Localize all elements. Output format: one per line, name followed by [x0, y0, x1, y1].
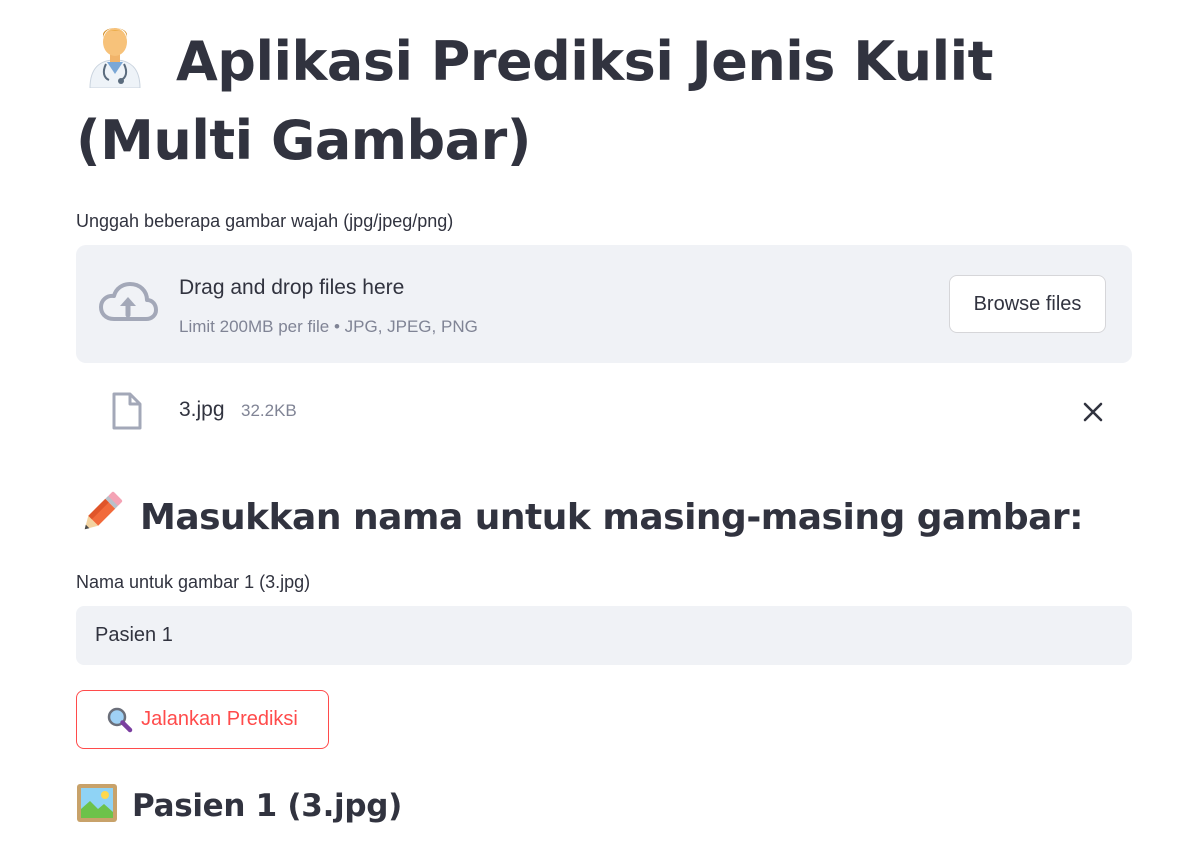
- magnifier-icon: [107, 707, 133, 732]
- run-prediction-label: Jalankan Prediksi: [141, 708, 298, 730]
- patient-name-input[interactable]: [76, 606, 1132, 665]
- names-section-heading-text: Masukkan nama untuk masing-masing gambar…: [140, 497, 1084, 538]
- health-worker-icon: [89, 28, 141, 88]
- app-page: Aplikasi Prediksi Jenis Kulit (Multi Gam…: [0, 0, 1188, 849]
- remove-file-icon[interactable]: [1077, 396, 1109, 428]
- names-section-heading: Masukkan nama untuk masing-masing gambar…: [76, 488, 1084, 546]
- file-dropzone[interactable]: Drag and drop files here Limit 200MB per…: [76, 245, 1132, 363]
- uploaded-file-size: 32.2KB: [241, 401, 297, 420]
- browse-files-button[interactable]: Browse files: [949, 275, 1106, 333]
- page-title: Aplikasi Prediksi Jenis Kulit (Multi Gam…: [76, 22, 1132, 180]
- framed-picture-icon: [77, 784, 117, 822]
- file-icon: [112, 392, 142, 430]
- cloud-upload-icon: [99, 282, 158, 321]
- uploaded-file-name: 3.jpg: [179, 398, 225, 421]
- uploaded-file-item: 3.jpg 32.2KB: [76, 388, 1132, 434]
- page-title-text: Aplikasi Prediksi Jenis Kulit (Multi Gam…: [76, 30, 993, 172]
- uploader-label: Unggah beberapa gambar wajah (jpg/jpeg/p…: [76, 211, 454, 231]
- pencil-icon: [84, 491, 123, 530]
- dropzone-limit-text: Limit 200MB per file • JPG, JPEG, PNG: [179, 317, 478, 336]
- result-heading-text: Pasien 1 (3.jpg): [132, 788, 403, 824]
- dropzone-instruction: Drag and drop files here: [179, 276, 405, 299]
- name-input-label: Nama untuk gambar 1 (3.jpg): [76, 572, 311, 592]
- run-prediction-button[interactable]: Jalankan Prediksi: [76, 690, 329, 749]
- result-heading: Pasien 1 (3.jpg): [76, 780, 402, 832]
